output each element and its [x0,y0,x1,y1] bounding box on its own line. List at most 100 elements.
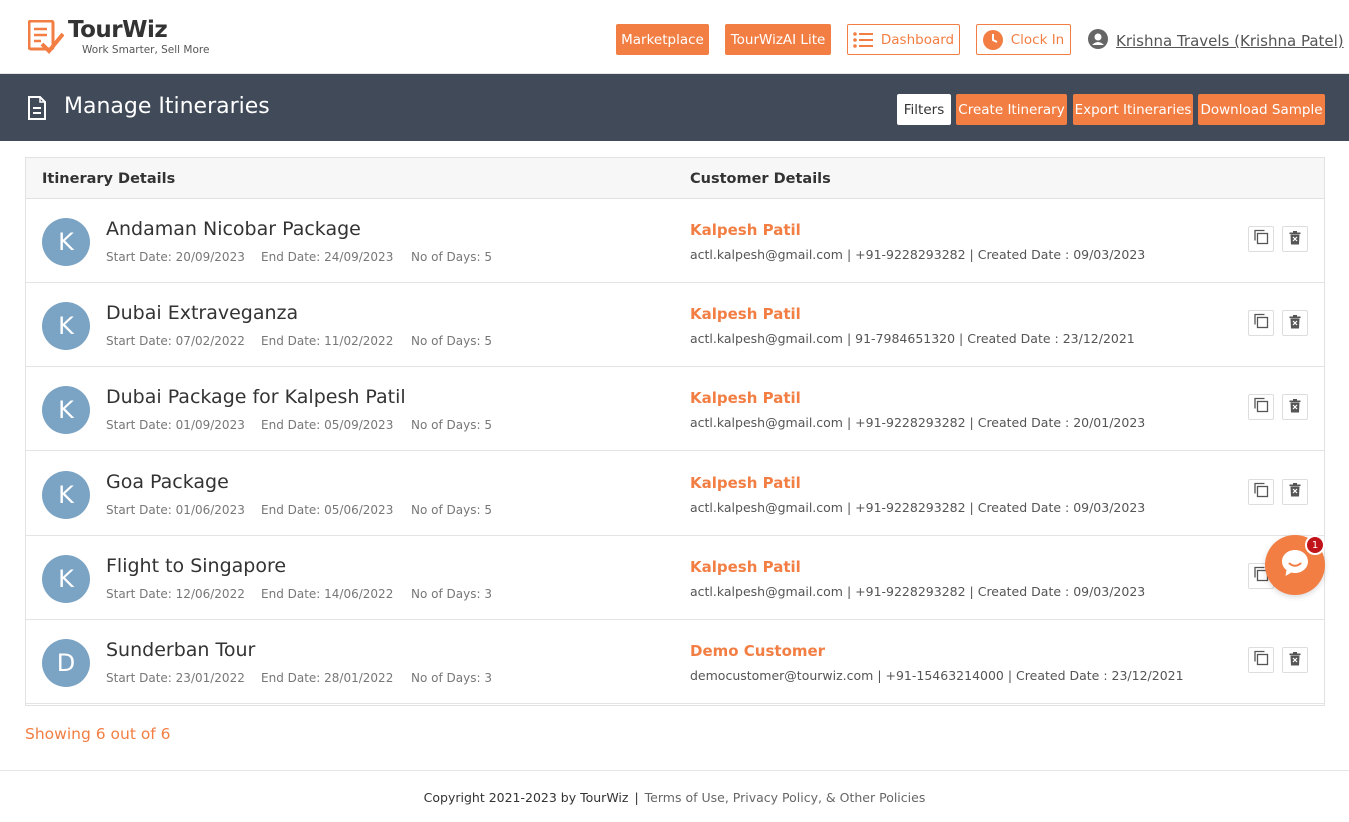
trash-icon [1289,398,1301,417]
copy-itinerary-button[interactable] [1248,310,1274,337]
user-name-link[interactable]: Krishna Travels (Krishna Patel) [1116,32,1344,50]
start-date: Start Date: 01/09/2023 [106,418,245,433]
delete-itinerary-button[interactable] [1282,394,1308,421]
customer-name[interactable]: Demo Customer [690,642,825,660]
number-of-days: No of Days: 5 [411,418,492,433]
tourwiz-ai-lite-label: TourWizAI Lite [730,31,826,48]
document-icon [27,96,47,124]
logo-tagline: Work Smarter, Sell More [82,44,210,56]
policies-link[interactable]: Terms of Use, Privacy Policy, & Other Po… [645,790,926,805]
trash-icon [1289,230,1301,249]
footer: Copyright 2021-2023 by TourWiz | Terms of … [0,770,1349,822]
create-itinerary-button[interactable]: Create Itinerary [956,94,1067,125]
top-header: TourWiz Work Smarter, Sell More Marketpl… [0,0,1349,74]
itinerary-title[interactable]: Dubai Package for Kalpesh Patil [106,386,406,408]
marketplace-label: Marketplace [621,31,704,48]
tourwiz-ai-lite-button[interactable]: TourWizAI Lite [725,24,831,55]
customer-name[interactable]: Kalpesh Patil [690,389,801,407]
end-date: End Date: 24/09/2023 [261,250,394,264]
pagination-summary: Showing 6 out of 6 [25,725,171,743]
customer-contact-info: democustomer@tourwiz.com | +91-154632140… [690,668,1184,683]
start-date: Start Date: 20/09/2023 [106,250,245,264]
list-icon [853,31,873,48]
delete-itinerary-button[interactable] [1282,310,1308,337]
export-itineraries-label: Export Itineraries [1074,101,1192,118]
customer-contact-info: actl.kalpesh@gmail.com | +91-9228293282 … [690,583,1146,599]
itinerary-title[interactable]: Goa Package [106,471,229,493]
customer-contact-info: actl.kalpesh@gmail.com | 91-7984651320 |… [690,331,1135,347]
customer-contact-info: actl.kalpesh@gmail.com | +91-9228293282 … [690,499,1146,515]
customer-contact-info: actl.kalpesh@gmail.com | +91-9228293282 … [690,415,1146,431]
customer-avatar: K [42,302,90,351]
table-row[interactable]: D Sunderban Tour Start Date: 23/01/2022 End… [26,620,1324,704]
table-row[interactable]: K Flight to Singapore Start Date: 12/06/20… [26,535,1324,620]
itinerary-title[interactable]: Dubai Extraveganza [106,302,298,324]
download-sample-button[interactable]: Download Sample [1198,94,1325,125]
marketplace-button[interactable]: Marketplace [616,24,709,55]
tourwiz-logo[interactable]: TourWiz Work Smarter, Sell More [28,17,218,58]
page-title-bar: Manage Itineraries Filters Create Itiner… [0,74,1349,141]
trash-icon [1289,314,1301,333]
filters-button[interactable]: Filters [897,94,951,125]
copy-icon [1253,313,1269,333]
delete-itinerary-button[interactable] [1282,647,1308,673]
itinerary-title[interactable]: Andaman Nicobar Package [106,218,361,240]
start-date: Start Date: 23/01/2022 [106,671,245,685]
customer-contact-info: actl.kalpesh@gmail.com | +91-9228293282 … [690,247,1146,262]
logo-icon [28,20,64,54]
export-itineraries-button[interactable]: Export Itineraries [1073,94,1193,125]
dashboard-label: Dashboard [880,31,955,48]
start-date: Start Date: 07/02/2022 [106,334,245,349]
clock-in-button[interactable]: Clock In [976,24,1071,55]
footer-separator: | [634,790,639,805]
customer-name[interactable]: Kalpesh Patil [690,305,801,323]
itinerary-details-header: Itinerary Details [42,171,176,187]
itinerary-title[interactable]: Flight to Singapore [106,555,286,577]
table-row[interactable]: K Andaman Nicobar Package Start Date: 20/0… [26,199,1324,283]
copy-itinerary-button[interactable] [1248,394,1274,421]
customer-name[interactable]: Kalpesh Patil [690,221,801,239]
page-title: Manage Itineraries [64,94,270,119]
copy-itinerary-button[interactable] [1248,226,1274,252]
delete-itinerary-button[interactable] [1282,478,1308,505]
number-of-days: No of Days: 5 [411,502,492,517]
trash-icon [1289,482,1301,501]
copy-icon [1253,229,1269,249]
end-date: End Date: 14/06/2022 [261,586,394,601]
chat-notification-badge: 1 [1305,535,1325,555]
end-date: End Date: 28/01/2022 [261,671,394,685]
table-row[interactable]: K Dubai Package for Kalpesh Patil Start Da… [26,367,1324,452]
table-header: Itinerary Details Customer Details [26,158,1324,199]
end-date: End Date: 05/06/2023 [261,502,394,517]
copyright-text: Copyright 2021-2023 by TourWiz [423,790,629,805]
customer-avatar: K [42,386,90,435]
copy-itinerary-button[interactable] [1248,647,1274,673]
customer-avatar: K [42,218,90,266]
copy-icon [1253,650,1269,670]
clock-icon [982,29,1003,50]
start-date: Start Date: 01/06/2023 [106,502,245,517]
number-of-days: No of Days: 5 [411,250,492,264]
customer-avatar: D [42,639,90,687]
copy-itinerary-button[interactable] [1248,478,1274,505]
table-row[interactable]: K Goa Package Start Date: 01/06/2023 End Da… [26,451,1324,536]
customer-name[interactable]: Kalpesh Patil [690,474,801,492]
dashboard-button[interactable]: Dashboard [847,24,960,55]
create-itinerary-label: Create Itinerary [958,101,1065,118]
copy-icon [1253,397,1269,417]
customer-avatar: K [42,470,90,519]
table-row[interactable]: K Dubai Extraveganza Start Date: 07/02/202… [26,283,1324,368]
filters-label: Filters [903,101,945,118]
end-date: End Date: 11/02/2022 [261,334,394,349]
number-of-days: No of Days: 5 [411,334,492,349]
delete-itinerary-button[interactable] [1282,226,1308,252]
customer-name[interactable]: Kalpesh Patil [690,558,801,576]
number-of-days: No of Days: 3 [411,671,492,685]
trash-icon [1289,651,1301,670]
start-date: Start Date: 12/06/2022 [106,586,245,601]
itineraries-table: Itinerary Details Customer Details K Anda… [25,157,1325,706]
user-menu[interactable]: Krishna Travels (Krishna Patel) [1088,29,1344,53]
logo-wordmark: TourWiz [68,17,168,43]
number-of-days: No of Days: 3 [411,586,492,601]
itinerary-title[interactable]: Sunderban Tour [106,639,255,661]
